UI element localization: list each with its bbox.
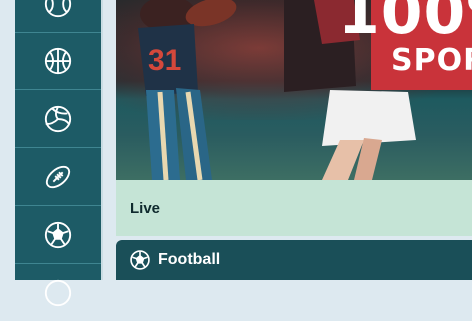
soccer-ball-icon xyxy=(44,221,72,248)
rail-item-volleyball[interactable] xyxy=(15,90,101,148)
rail-item-american-football[interactable] xyxy=(15,148,101,206)
rail-item-soccer[interactable] xyxy=(15,206,101,264)
rail-item-tennis[interactable] xyxy=(15,0,101,33)
rail-item-more[interactable] xyxy=(15,264,101,321)
svg-text:31: 31 xyxy=(148,44,181,77)
football-section-header[interactable]: Football xyxy=(116,240,472,280)
sport-rail xyxy=(15,0,101,306)
american-football-icon xyxy=(45,165,71,188)
live-section-header[interactable]: Live xyxy=(116,180,472,236)
hero-headline: 100% xyxy=(338,0,472,48)
live-label: Live xyxy=(130,199,161,217)
circle-icon xyxy=(44,279,72,306)
football-label: Football xyxy=(158,251,221,268)
basketball-icon xyxy=(44,47,72,74)
soccer-ball-icon xyxy=(130,250,150,270)
hero-banner[interactable]: 31 100% SPOR xyxy=(116,0,472,180)
volleyball-icon xyxy=(44,105,72,132)
tennis-ball-icon xyxy=(44,0,72,17)
hero-subheadline: SPOR xyxy=(391,43,472,78)
rail-item-basketball[interactable] xyxy=(15,32,101,90)
